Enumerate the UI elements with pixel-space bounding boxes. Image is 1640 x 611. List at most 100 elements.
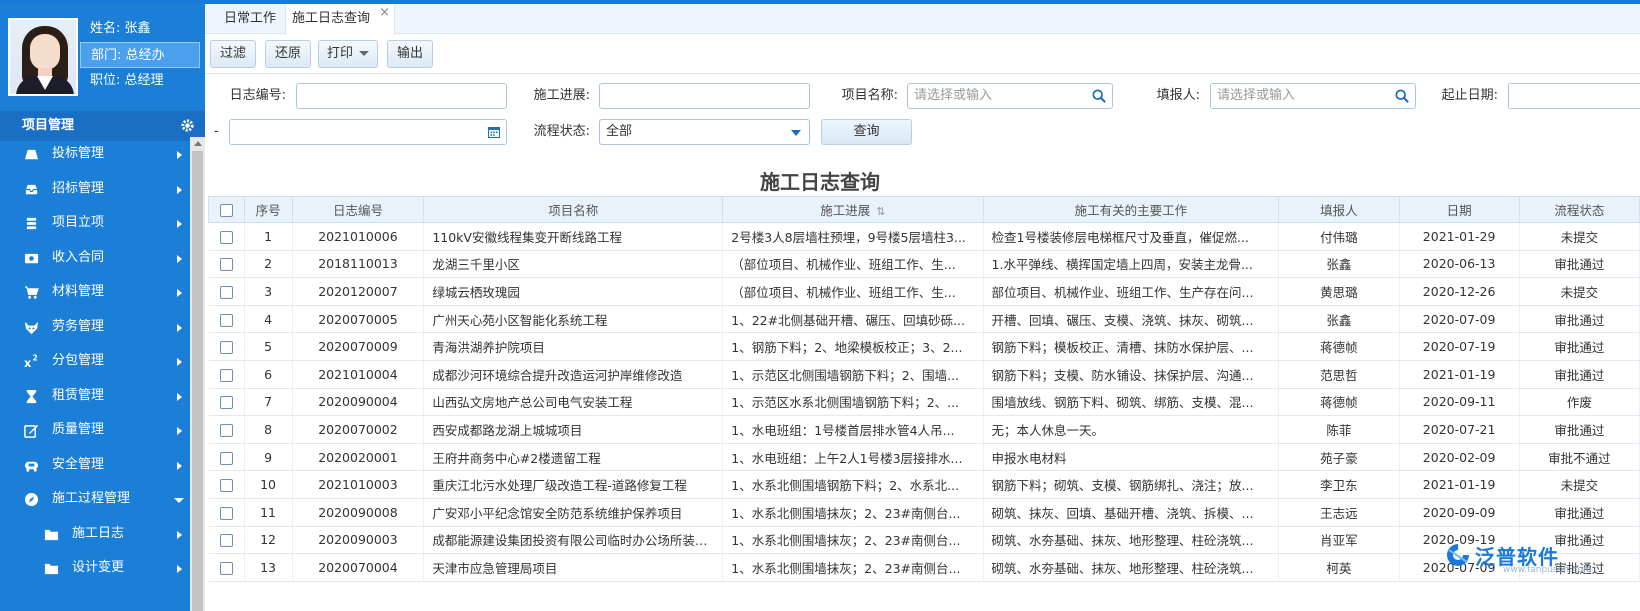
row-checkbox[interactable]: [219, 285, 233, 299]
row-checkbox[interactable]: [219, 534, 233, 548]
row-checkbox[interactable]: [219, 313, 233, 327]
table-row[interactable]: 1 2021010006 110kV安徽线程集变开断线路工程 2号楼3人8层墙柱预埋，…: [208, 222, 1640, 251]
cell-reporter-link[interactable]: 陈菲: [1278, 415, 1400, 444]
table-row[interactable]: 9 2020020001 王府井商务中心#2楼遗留工程 1、水电班组：上午2人1号楼3…: [208, 443, 1640, 472]
cell-code-link[interactable]: 2020070009: [292, 332, 425, 361]
sidebar-item-income-contract[interactable]: 收入合同: [0, 241, 190, 276]
cell-project-link[interactable]: 天津市应急管理局项目: [423, 553, 724, 582]
row-select-cell[interactable]: [208, 332, 245, 361]
row-checkbox[interactable]: [219, 341, 233, 355]
avatar[interactable]: [8, 18, 78, 96]
project-input[interactable]: 请选择或输入: [907, 83, 1113, 109]
tab-daily-work[interactable]: 日常工作: [215, 4, 285, 34]
sidebar-item-construction-log[interactable]: 施工日志: [0, 517, 190, 552]
search-icon[interactable]: [1092, 89, 1106, 103]
cell-reporter-link[interactable]: 柯英: [1278, 553, 1400, 582]
table-row[interactable]: 10 2021010003 重庆江北污水处理厂级改造工程-道路修复工程 1、水系北侧围…: [208, 470, 1640, 499]
cell-project-link[interactable]: 龙湖三千里小区: [423, 250, 724, 279]
cell-reporter-link[interactable]: 蒋德帧: [1278, 388, 1400, 417]
table-row[interactable]: 12 2020090003 成都能源建设集团投资有限公司临时办公场所装修工程 1、水系…: [208, 526, 1640, 555]
calendar-icon[interactable]: [488, 126, 500, 138]
cell-code-link[interactable]: 2020070002: [292, 415, 425, 444]
row-checkbox[interactable]: [219, 258, 233, 272]
cell-code-link[interactable]: 2021010006: [292, 222, 425, 251]
cell-project-link[interactable]: 绿城云栖玫瑰园: [423, 277, 724, 306]
sidebar-item-labor[interactable]: 劳务管理: [0, 310, 190, 345]
table-row[interactable]: 7 2020090004 山西弘文房地产总公司电气安装工程 1、示范区水系北侧围墙钢筋…: [208, 388, 1640, 417]
table-row[interactable]: 3 2020120007 绿城云栖玫瑰园 （部位项目、机械作业、班组工作、生... 部位…: [208, 277, 1640, 306]
restore-button[interactable]: 还原: [265, 40, 311, 68]
row-select-cell[interactable]: [208, 526, 245, 555]
cell-code-link[interactable]: 2020090004: [292, 388, 425, 417]
sidebar-item-lease[interactable]: 租赁管理: [0, 379, 190, 414]
col-header-project[interactable]: 项目名称: [423, 196, 724, 223]
cell-project-link[interactable]: 广州天心苑小区智能化系统工程: [423, 305, 724, 334]
row-checkbox[interactable]: [219, 506, 233, 520]
cell-project-link[interactable]: 青海洪湖养护院项目: [423, 332, 724, 361]
sidebar-item-project-setup[interactable]: 项目立项: [0, 206, 190, 241]
cell-code-link[interactable]: 2020020001: [292, 443, 425, 472]
row-select-cell[interactable]: [208, 388, 245, 417]
sidebar-item-subcontract[interactable]: x2 分包管理: [0, 344, 190, 379]
sidebar-item-construction-process[interactable]: 施工过程管理: [0, 482, 190, 517]
cell-reporter-link[interactable]: 付伟璐: [1278, 222, 1400, 251]
row-select-cell[interactable]: [208, 360, 245, 389]
row-checkbox[interactable]: [219, 230, 233, 244]
row-select-cell[interactable]: [208, 222, 245, 251]
sidebar-item-design-change[interactable]: 设计变更: [0, 551, 190, 586]
col-header-seq[interactable]: 序号: [243, 196, 293, 223]
cell-code-link[interactable]: 2020090008: [292, 498, 425, 527]
cell-reporter-link[interactable]: 张鑫: [1278, 250, 1400, 279]
row-select-cell[interactable]: [208, 250, 245, 279]
tab-construction-log-query[interactable]: 施工日志查询 ×: [285, 4, 395, 35]
cell-reporter-link[interactable]: 张鑫: [1278, 305, 1400, 334]
cell-reporter-link[interactable]: 王志远: [1278, 498, 1400, 527]
table-row[interactable]: 5 2020070009 青海洪湖养护院项目 1、钢筋下料；2、地梁模板校正；3、2.…: [208, 332, 1640, 361]
cell-reporter-link[interactable]: 范思哲: [1278, 360, 1400, 389]
sidebar-item-materials[interactable]: 材料管理: [0, 275, 190, 310]
cell-code-link[interactable]: 2021010003: [292, 470, 425, 499]
profile-dept[interactable]: 部门: 总经办: [80, 42, 200, 68]
col-header-work[interactable]: 施工有关的主要工作: [982, 196, 1280, 223]
col-header-status[interactable]: 流程状态: [1518, 196, 1640, 223]
cell-code-link[interactable]: 2020070005: [292, 305, 425, 334]
col-header-date[interactable]: 日期: [1398, 196, 1520, 223]
col-header-reporter[interactable]: 填报人: [1278, 196, 1400, 223]
sort-icon[interactable]: ⇅: [876, 205, 885, 218]
cell-project-link[interactable]: 王府井商务中心#2楼遗留工程: [423, 443, 724, 472]
progress-input[interactable]: [599, 83, 810, 109]
cell-project-link[interactable]: 110kV安徽线程集变开断线路工程: [423, 222, 724, 251]
cell-code-link[interactable]: 2020120007: [292, 277, 425, 306]
row-select-cell[interactable]: [208, 498, 245, 527]
row-select-cell[interactable]: [208, 443, 245, 472]
reporter-input[interactable]: 请选择或输入: [1210, 83, 1416, 109]
cell-reporter-link[interactable]: 苑子豪: [1278, 443, 1400, 472]
table-row[interactable]: 6 2021010004 成都沙河环境综合提升改造运河护岸维修改造 1、示范区北侧围墙…: [208, 360, 1640, 389]
cell-reporter-link[interactable]: 李卫东: [1278, 470, 1400, 499]
col-header-code[interactable]: 日志编号: [291, 196, 425, 223]
table-row[interactable]: 2 2018110013 龙湖三千里小区 （部位项目、机械作业、班组工作、生... 1.…: [208, 250, 1640, 279]
cell-project-link[interactable]: 重庆江北污水处理厂级改造工程-道路修复工程: [423, 470, 724, 499]
date-start-input[interactable]: [1508, 83, 1640, 109]
row-checkbox[interactable]: [219, 479, 233, 493]
row-checkbox[interactable]: [219, 451, 233, 465]
print-button[interactable]: 打印: [318, 40, 378, 68]
cell-project-link[interactable]: 成都沙河环境综合提升改造运河护岸维修改造: [423, 360, 724, 389]
cell-project-link[interactable]: 成都能源建设集团投资有限公司临时办公场所装修工程: [423, 526, 724, 555]
cell-project-link[interactable]: 山西弘文房地产总公司电气安装工程: [423, 388, 724, 417]
col-header-progress[interactable]: 施工进展 ⇅: [722, 196, 984, 223]
sidebar-item-safety[interactable]: 安全管理: [0, 448, 190, 483]
select-all-checkbox[interactable]: [219, 204, 233, 217]
row-select-cell[interactable]: [208, 415, 245, 444]
query-button[interactable]: 查询: [821, 119, 912, 145]
log-no-input[interactable]: [296, 83, 507, 109]
table-row[interactable]: 4 2020070005 广州天心苑小区智能化系统工程 1、22#北侧基础开槽、碾压、…: [208, 305, 1640, 334]
filter-button[interactable]: 过滤: [210, 40, 256, 68]
cell-code-link[interactable]: 2018110013: [292, 250, 425, 279]
close-icon[interactable]: ×: [379, 0, 390, 28]
scroll-up-icon[interactable]: [194, 141, 202, 146]
flow-status-select[interactable]: 全部: [599, 119, 810, 145]
cell-reporter-link[interactable]: 蒋德帧: [1278, 332, 1400, 361]
row-checkbox[interactable]: [219, 368, 233, 382]
export-button[interactable]: 输出: [387, 40, 433, 68]
